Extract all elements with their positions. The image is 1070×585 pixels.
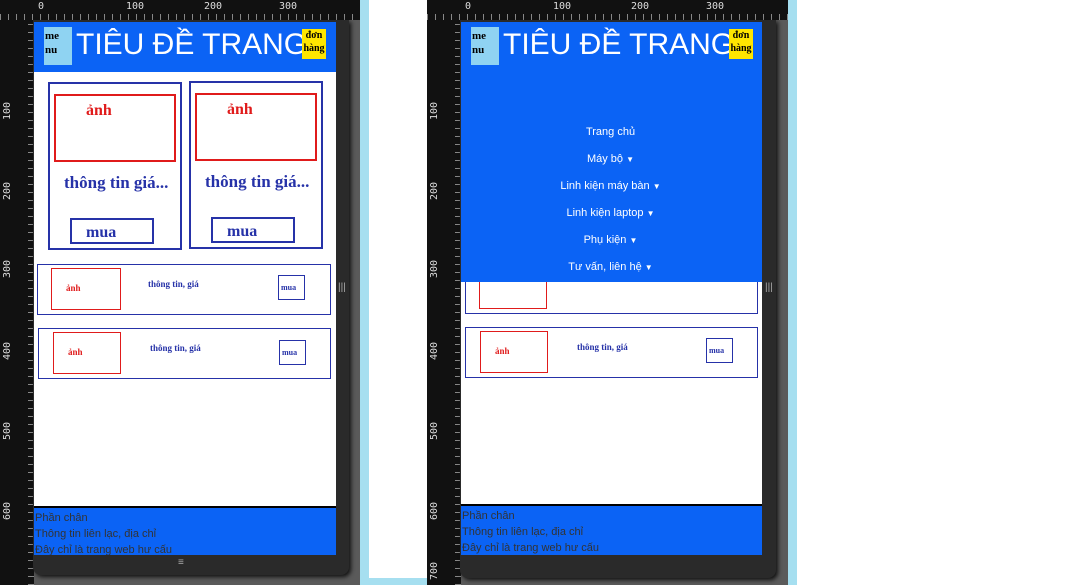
ruler-tick: 100	[553, 1, 572, 12]
footer-line: Phần chân	[462, 510, 515, 522]
ruler-tick: 400	[429, 341, 440, 360]
ruler-tick: 200	[204, 1, 223, 12]
buy-button[interactable]: mua	[278, 275, 305, 300]
ruler-tick: 200	[2, 181, 13, 200]
ruler-tick: 400	[2, 341, 13, 360]
caret-down-icon: ▼	[626, 155, 635, 164]
caret-down-icon: ▼	[644, 263, 653, 272]
product-info: thông tin, giá	[577, 342, 628, 352]
product-image: ảnh	[54, 94, 176, 162]
device-screen: me nu TIÊU ĐỀ TRANG đơn hàng ảnh thông t…	[34, 22, 336, 555]
site-header: me nu TIÊU ĐỀ TRANG đơn hàng	[34, 22, 336, 72]
right-panel: 0 100 200 300 100 200 300 400 500 600 70…	[427, 0, 788, 585]
nav-item-label: Trang chủ	[585, 126, 636, 138]
ruler-tick: 0	[465, 1, 472, 12]
product-image: ảnh	[195, 93, 317, 161]
ruler-tick: 300	[2, 259, 13, 278]
footer-line: Phần chân	[35, 512, 88, 524]
nav-item-linh-kien-laptop[interactable]: Linh kiện laptop ▼	[461, 207, 762, 219]
product-card[interactable]: ảnh thông tin giá... mua	[48, 82, 182, 250]
caret-down-icon: ▼	[652, 182, 661, 191]
product-row[interactable]: ảnh thông tin, giá mua	[465, 327, 758, 378]
nav-item-label: Phụ kiện	[583, 234, 627, 246]
panel-divider	[360, 0, 369, 585]
nav-item-label: Máy bộ	[586, 153, 624, 165]
nav-item-home[interactable]: Trang chủ	[461, 126, 762, 138]
menu-button[interactable]: me nu	[471, 27, 499, 65]
orders-button[interactable]: đơn hàng	[729, 29, 753, 59]
ruler-tick: 300	[279, 1, 298, 12]
ruler-left-left: 100 200 300 400 500 600	[0, 20, 34, 585]
footer-line: Thông tin liên lạc, địa chỉ	[462, 526, 584, 538]
ruler-tick: 500	[429, 421, 440, 440]
ruler-tick: 300	[706, 1, 725, 12]
ruler-tick: 100	[126, 1, 145, 12]
page-title: TIÊU ĐỀ TRANG	[76, 28, 308, 61]
product-row[interactable]: ảnh thông tin, giá mua	[38, 328, 331, 379]
ruler-tick: 300	[429, 259, 440, 278]
caret-down-icon: ▼	[646, 209, 655, 218]
nav-item-tu-van[interactable]: Tư vấn, liên hệ ▼	[461, 261, 762, 273]
site-footer: Phần chân Thông tin liên lạc, địa chỉ Đâ…	[461, 504, 762, 555]
ruler-tick: 200	[631, 1, 650, 12]
ruler-tick: 600	[429, 501, 440, 520]
site-footer: Phần chân Thông tin liên lạc, địa chỉ Đâ…	[34, 506, 336, 555]
menu-button[interactable]: me nu	[44, 27, 72, 65]
product-info: thông tin giá...	[205, 172, 310, 191]
ruler-top-left: 0 100 200 300	[0, 0, 360, 20]
ruler-tick: 0	[38, 1, 45, 12]
caret-down-icon: ▼	[629, 236, 638, 245]
ruler-tick: 600	[2, 501, 13, 520]
ruler-tick: 200	[429, 181, 440, 200]
product-info: thông tin giá...	[64, 173, 169, 192]
nav-item-label: Linh kiện laptop	[566, 207, 644, 219]
nav-item-may-bo[interactable]: Máy bộ ▼	[461, 153, 762, 165]
nav-menu-overlay: me nu TIÊU ĐỀ TRANG đơn hàng Trang chủ M…	[461, 22, 762, 282]
footer-line: Đây chỉ là trang web hư cấu	[462, 542, 599, 554]
nav-item-label: Tư vấn, liên hệ	[568, 261, 642, 273]
ruler-top-right: 0 100 200 300	[427, 0, 788, 20]
product-image: ảnh	[480, 331, 548, 373]
ruler-left-right: 100 200 300 400 500 600 700	[427, 20, 461, 585]
product-info: thông tin, giá	[148, 279, 199, 289]
page-title: TIÊU ĐỀ TRANG	[503, 28, 735, 61]
device-screen: ảnh thông tin, giá mua ảnh thông tin, gi…	[461, 22, 762, 555]
ruler-tick: 500	[2, 421, 13, 440]
product-row[interactable]: ảnh thông tin, giá mua	[37, 264, 331, 315]
orders-button[interactable]: đơn hàng	[302, 29, 326, 59]
buy-button[interactable]: mua	[279, 340, 306, 365]
nav-item-phu-kien[interactable]: Phụ kiện ▼	[461, 234, 762, 246]
buy-button[interactable]: mua	[706, 338, 733, 363]
resize-handle[interactable]: |||	[765, 282, 773, 296]
nav-item-label: Linh kiện máy bàn	[560, 180, 650, 192]
footer-line: Đây chỉ là trang web hư cấu	[35, 544, 172, 555]
nav-item-linh-kien-may-ban[interactable]: Linh kiện máy bàn ▼	[461, 180, 762, 192]
product-image: ảnh	[53, 332, 121, 374]
product-info: thông tin, giá	[150, 343, 201, 353]
product-image: ảnh	[51, 268, 121, 310]
ruler-tick: 700	[429, 561, 440, 580]
panel-divider	[788, 0, 797, 585]
buy-button[interactable]: mua	[70, 218, 154, 244]
left-panel: 0 100 200 300 100 200 300 400 500 600 ||…	[0, 0, 360, 585]
ruler-tick: 100	[429, 101, 440, 120]
resize-handle[interactable]: |||	[338, 282, 346, 296]
buy-button[interactable]: mua	[211, 217, 295, 243]
resize-handle-bottom[interactable]: ≡	[178, 557, 184, 568]
footer-line: Thông tin liên lạc, địa chỉ	[35, 528, 157, 540]
product-card[interactable]: ảnh thông tin giá... mua	[189, 81, 323, 249]
ruler-tick: 100	[2, 101, 13, 120]
